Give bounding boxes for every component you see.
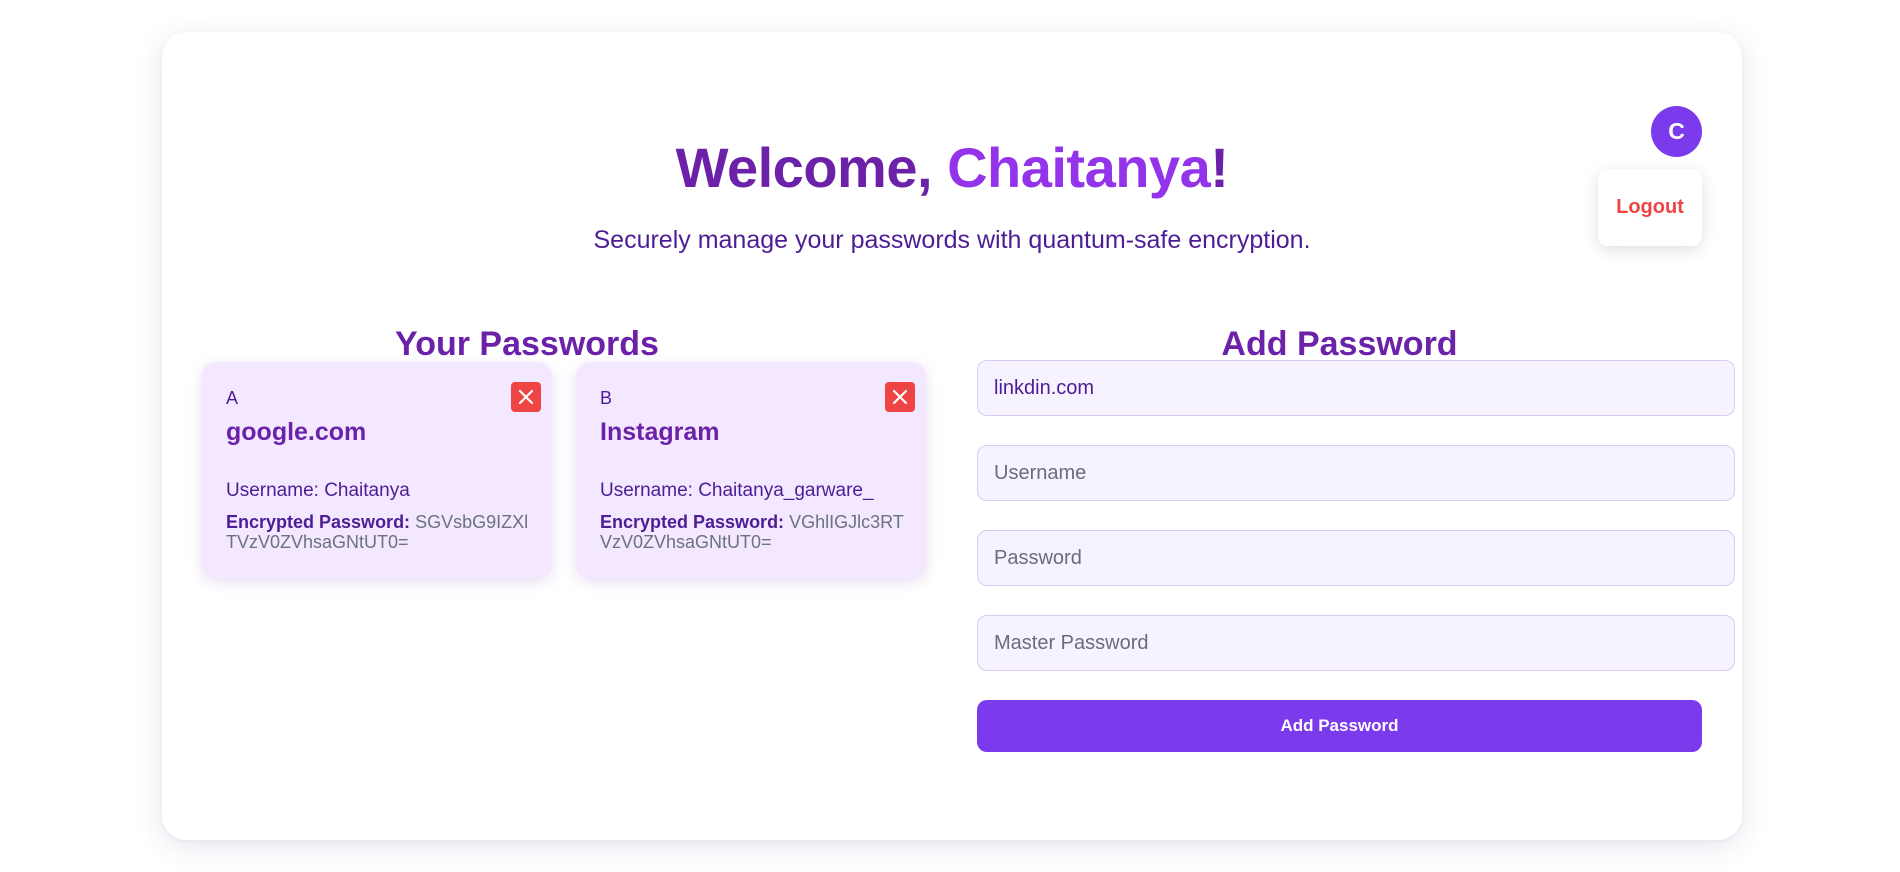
page: Welcome, Chaitanya! Securely manage your… [0,0,1900,872]
add-password-section-title: Add Password [1221,325,1458,363]
username-input[interactable] [977,445,1735,501]
password-card-site: Instagram [600,418,720,446]
welcome-prefix: Welcome, [675,136,948,199]
website-input[interactable] [977,360,1735,416]
password-input[interactable] [977,530,1735,586]
logout-button[interactable]: Logout [1598,169,1702,246]
encrypted-password-label: Encrypted Password: [600,512,785,532]
password-card-username: Username: Chaitanya_garware_ [600,480,874,501]
delete-password-button[interactable] [885,382,915,412]
delete-password-button[interactable] [511,382,541,412]
page-subtitle: Securely manage your passwords with quan… [593,226,1311,254]
password-card-site: google.com [226,418,367,446]
password-card-letter: A [226,388,239,408]
add-password-button[interactable]: Add Password [977,700,1702,752]
encrypted-password-label: Encrypted Password: [226,512,411,532]
welcome-user-name: Chaitanya [947,136,1211,199]
passwords-section-title: Your Passwords [395,325,659,363]
welcome-heading: Welcome, Chaitanya! [162,136,1742,200]
password-card-letter: B [600,388,613,408]
welcome-suffix: ! [1210,136,1229,199]
password-card: B Instagram Username: Chaitanya_garware_… [576,362,926,578]
main-card: Welcome, Chaitanya! Securely manage your… [162,32,1742,840]
password-card: A google.com Username: Chaitanya Encrypt… [202,362,552,578]
avatar[interactable]: C [1651,106,1702,157]
close-icon [518,389,534,405]
password-card-username: Username: Chaitanya [226,480,410,501]
password-card-encrypted: Encrypted Password: SGVsbG9IZXlTVzV0ZVhs… [226,512,536,552]
master-password-input[interactable] [977,615,1735,671]
close-icon [892,389,908,405]
password-card-encrypted: Encrypted Password: VGhlIGJlc3RTVzV0ZVhs… [600,512,910,552]
